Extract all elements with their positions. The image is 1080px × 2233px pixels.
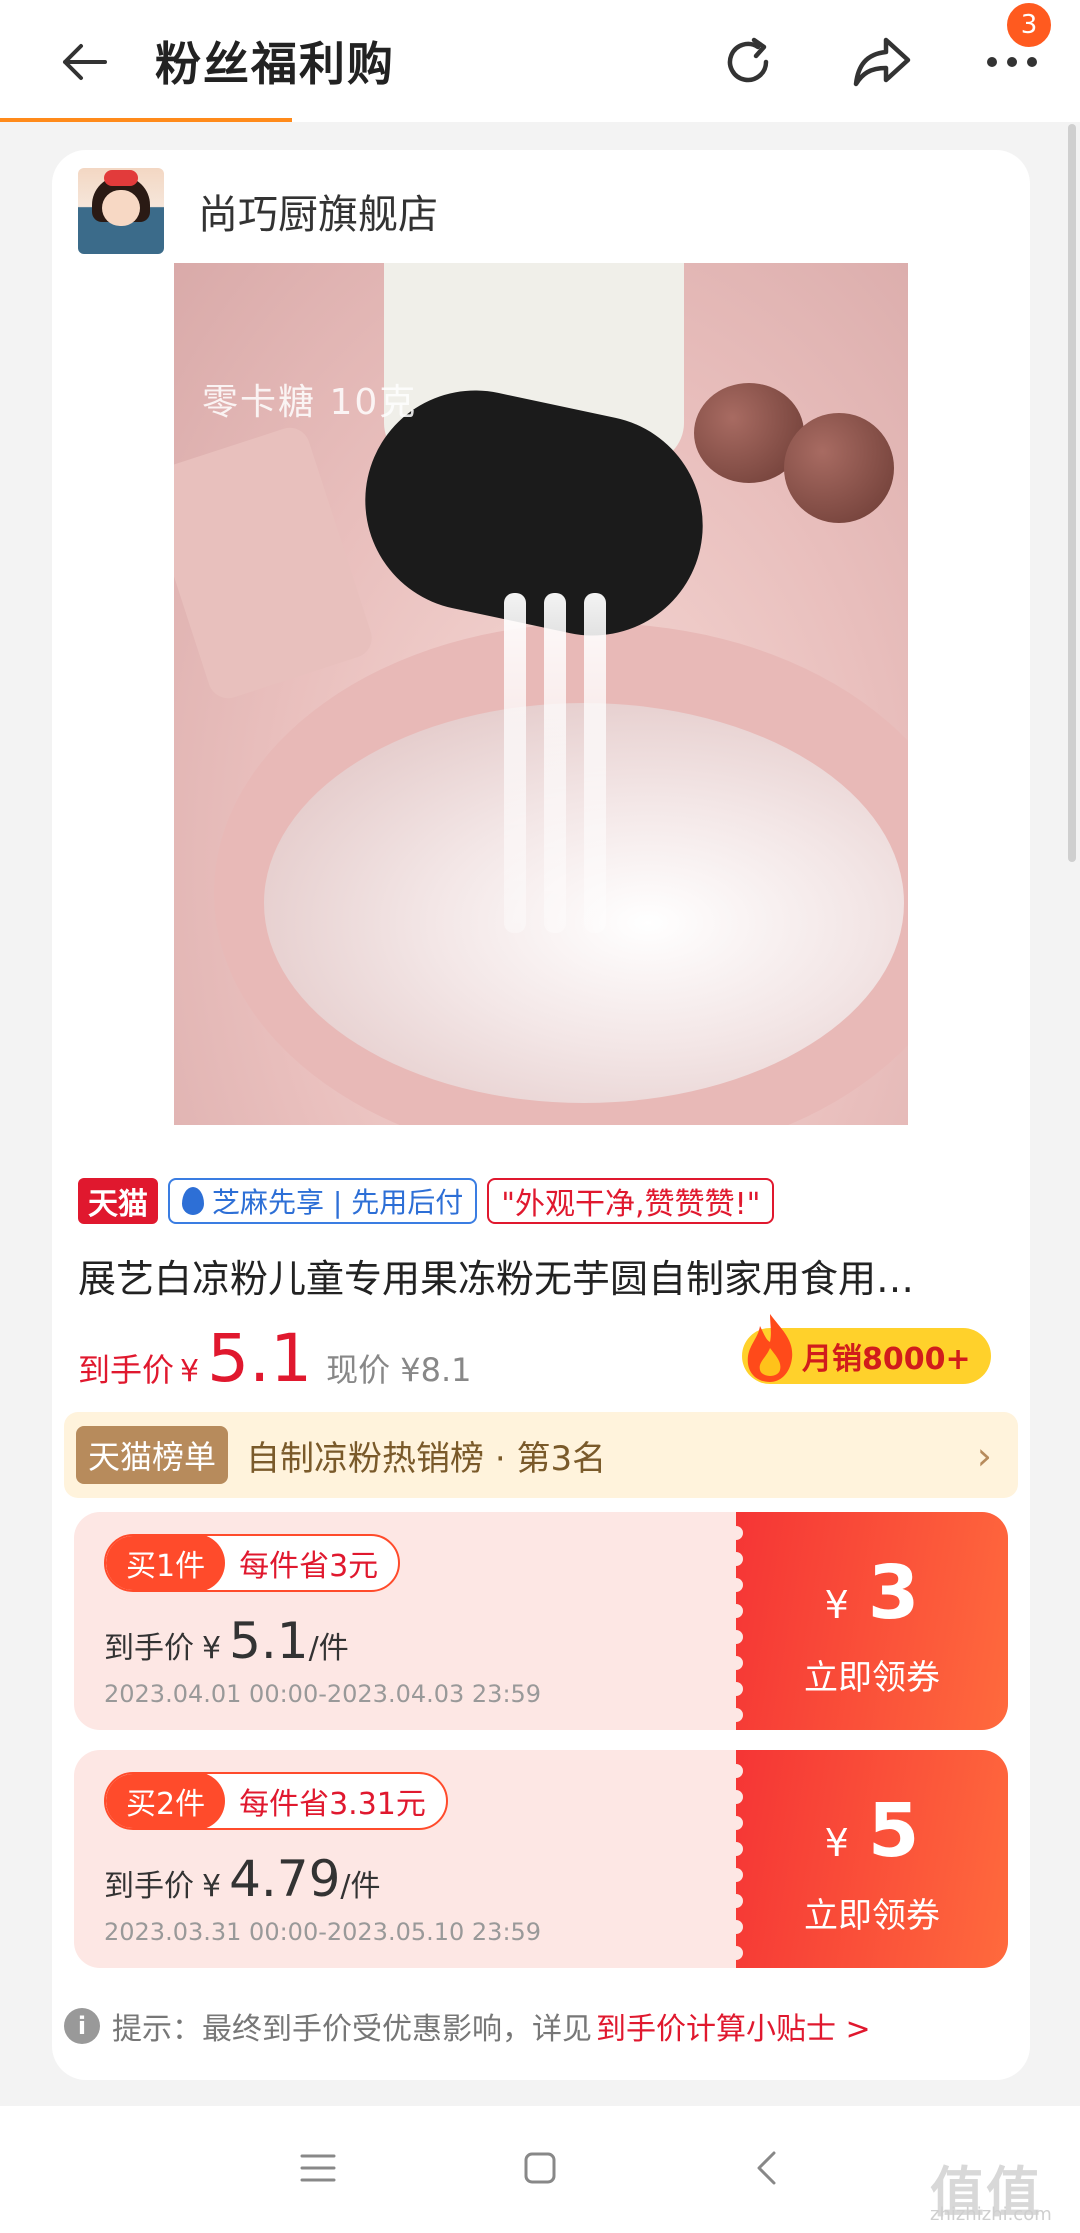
coupon-info: 买1件 每件省3元 到手价 ¥ 5.1 /件 2023.04.01 00:00-… bbox=[74, 1512, 736, 1730]
coupon-info: 买2件 每件省3.31元 到手价 ¥ 4.79 /件 2023.03.31 00… bbox=[74, 1750, 736, 1968]
product-card: 尚巧厨旗舰店 零卡糖 10克 天猫 芝麻先享 | 先用后付 "外观干净,赞赞赞!… bbox=[52, 150, 1030, 2080]
rank-banner[interactable]: 天猫榜单 自制凉粉热销榜 · 第3名 › bbox=[64, 1412, 1018, 1498]
watermark-url: zhizhizhi.com bbox=[930, 2204, 1052, 2225]
rank-badge: 天猫榜单 bbox=[76, 1426, 229, 1484]
coupon-currency: ¥ bbox=[202, 1631, 222, 1666]
home-button[interactable] bbox=[500, 2128, 580, 2208]
coupon-amount-currency: ¥ bbox=[824, 1821, 849, 1865]
coupon-buy-qty: 买2件 bbox=[106, 1774, 226, 1828]
price-tip: i 提示：最终到手价受优惠影响，详见 到手价计算小贴士 > bbox=[64, 2004, 871, 2048]
info-icon: i bbox=[64, 2008, 100, 2044]
currency-symbol: ¥ bbox=[180, 1354, 200, 1389]
price-row: 到手价 ¥ 5.1 现价 ¥8.1 bbox=[78, 1320, 472, 1397]
tip-text: 提示：最终到手价受优惠影响，详见 bbox=[112, 2012, 592, 2047]
product-image[interactable]: 零卡糖 10克 bbox=[174, 263, 908, 1125]
share-icon bbox=[853, 37, 911, 87]
store-row[interactable]: 尚巧厨旗舰店 bbox=[78, 166, 438, 256]
coupon-date: 2023.04.01 00:00-2023.04.03 23:59 bbox=[104, 1680, 542, 1708]
zhima-tag-label: 芝麻先享 | 先用后付 bbox=[212, 1186, 464, 1219]
refresh-button[interactable] bbox=[708, 22, 788, 102]
coupon-date: 2023.03.31 00:00-2023.05.10 23:59 bbox=[104, 1918, 542, 1946]
current-price: 现价 ¥8.1 bbox=[326, 1351, 472, 1389]
system-nav-bar: 值值值 zhizhizhi.com bbox=[0, 2106, 1080, 2233]
product-title[interactable]: 展艺白凉粉儿童专用果冻粉无芋圆自制家用食用… bbox=[78, 1248, 1008, 1303]
image-overlay-text: 零卡糖 10克 bbox=[202, 382, 418, 423]
coupon-price: 到手价 ¥ 4.79 /件 bbox=[104, 1850, 381, 1908]
final-price: 5.1 bbox=[207, 1320, 313, 1397]
coupon-amount: ¥ 3 bbox=[736, 1550, 1008, 1636]
price-tips-link[interactable]: 到手价计算小贴士 > bbox=[596, 2004, 871, 2048]
claim-coupon-label: 立即领券 bbox=[804, 1658, 940, 1698]
coupon-price-value: 5.1 bbox=[229, 1612, 309, 1670]
menu-button[interactable] bbox=[278, 2128, 358, 2208]
back-button[interactable] bbox=[44, 22, 124, 102]
coupon-price-value: 4.79 bbox=[229, 1850, 341, 1908]
coupon-condition: 买1件 每件省3元 bbox=[104, 1534, 401, 1592]
store-avatar bbox=[78, 168, 164, 254]
system-back-button[interactable] bbox=[726, 2128, 806, 2208]
tmall-tag: 天猫 bbox=[78, 1178, 158, 1224]
arrow-left-icon bbox=[63, 44, 107, 80]
coupon-unit: /件 bbox=[308, 1631, 349, 1666]
refresh-icon bbox=[727, 37, 769, 83]
tag-row: 天猫 芝麻先享 | 先用后付 "外观干净,赞赞赞!" bbox=[78, 1178, 775, 1224]
claim-coupon-button[interactable]: ¥ 5 立即领券 bbox=[729, 1750, 1008, 1968]
page-title: 粉丝福利购 bbox=[155, 37, 395, 91]
coupon-condition: 买2件 每件省3.31元 bbox=[104, 1772, 448, 1830]
coupon-amount-currency: ¥ bbox=[824, 1583, 849, 1627]
menu-icon bbox=[300, 2154, 336, 2182]
coupon-saving: 每件省3.31元 bbox=[239, 1787, 426, 1822]
coupon-unit: /件 bbox=[340, 1869, 381, 1904]
more-dots-icon bbox=[987, 57, 1037, 67]
chevron-left-icon bbox=[757, 2151, 776, 2185]
coupon-amount-value: 5 bbox=[867, 1788, 920, 1874]
coupon-buy-qty: 买1件 bbox=[106, 1536, 226, 1590]
store-name: 尚巧厨旗舰店 bbox=[198, 192, 438, 238]
monthly-sales-text: 月销8000+ bbox=[802, 1342, 971, 1377]
coupon-amount: ¥ 5 bbox=[736, 1788, 1008, 1874]
coupon-price-label: 到手价 bbox=[104, 1869, 194, 1904]
final-price-label: 到手价 bbox=[78, 1351, 175, 1389]
monthly-sales-badge: 月销8000+ bbox=[742, 1314, 991, 1384]
scrollbar[interactable] bbox=[1068, 124, 1076, 862]
coupon-price: 到手价 ¥ 5.1 /件 bbox=[104, 1612, 349, 1670]
coupon-currency: ¥ bbox=[202, 1869, 222, 1904]
coupon-amount-value: 3 bbox=[867, 1550, 920, 1636]
top-bar: 粉丝福利购 3 bbox=[0, 0, 1080, 122]
rank-text: 自制凉粉热销榜 · 第3名 bbox=[246, 1438, 607, 1479]
claim-coupon-label: 立即领券 bbox=[804, 1896, 940, 1936]
drop-icon bbox=[182, 1187, 204, 1215]
chevron-right-icon: › bbox=[976, 1434, 992, 1478]
zhima-tag: 芝麻先享 | 先用后付 bbox=[168, 1178, 478, 1224]
flame-icon bbox=[747, 1314, 793, 1382]
coupon-card: 买1件 每件省3元 到手价 ¥ 5.1 /件 2023.04.01 00:00-… bbox=[74, 1512, 1008, 1730]
claim-coupon-button[interactable]: ¥ 3 立即领券 bbox=[729, 1512, 1008, 1730]
notification-badge: 3 bbox=[1004, 0, 1054, 50]
header-progress-underline bbox=[0, 118, 292, 122]
share-button[interactable] bbox=[842, 22, 922, 102]
coupon-card: 买2件 每件省3.31元 到手价 ¥ 4.79 /件 2023.03.31 00… bbox=[74, 1750, 1008, 1968]
coupon-price-label: 到手价 bbox=[104, 1631, 194, 1666]
home-square-icon bbox=[524, 2152, 556, 2184]
review-tag: "外观干净,赞赞赞!" bbox=[487, 1178, 775, 1224]
coupon-saving: 每件省3元 bbox=[239, 1549, 379, 1584]
